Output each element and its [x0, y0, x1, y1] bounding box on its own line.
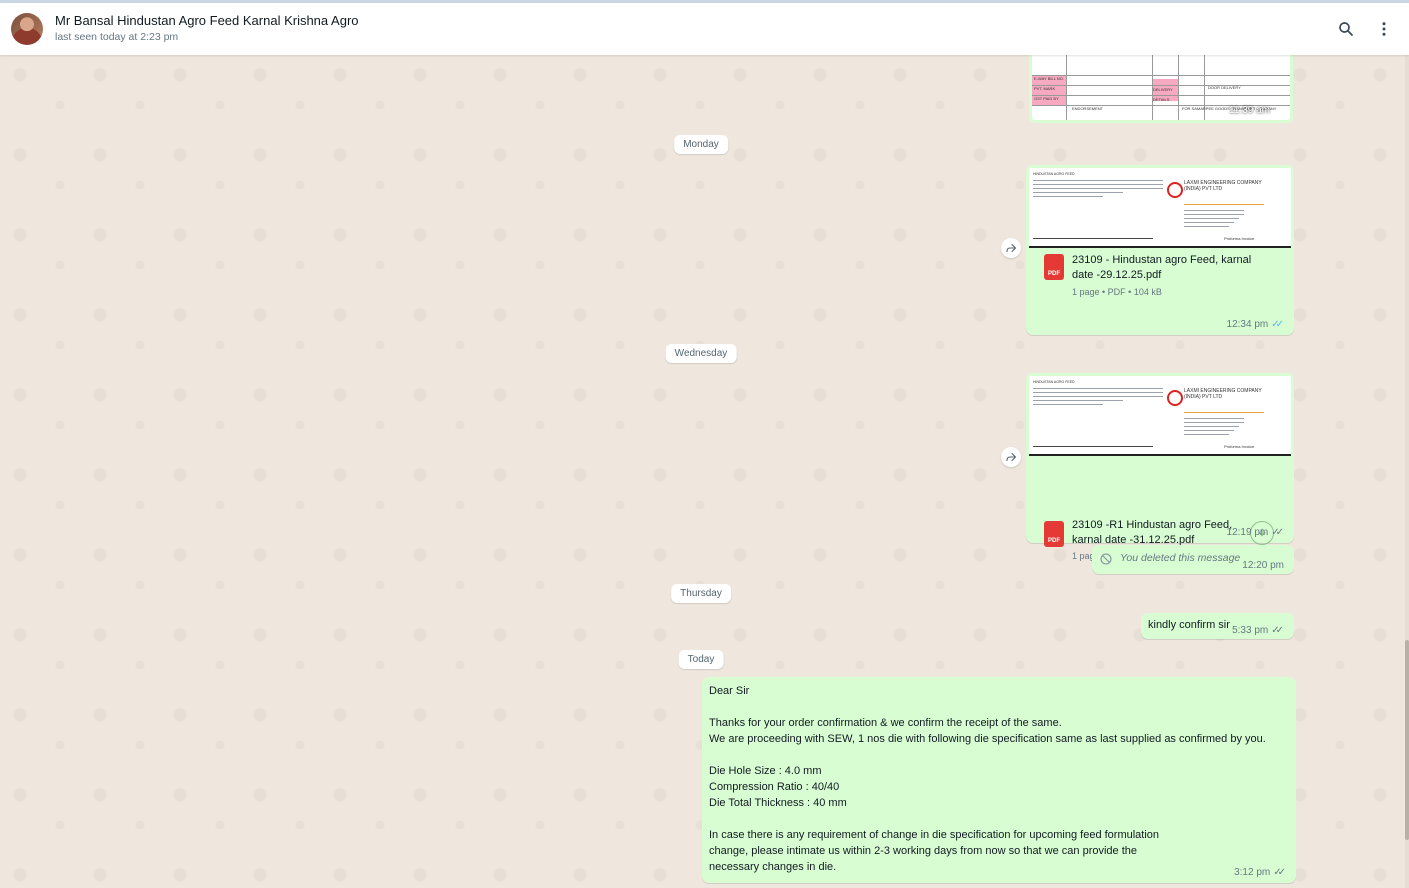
- invoice-door-delivery: DOOR DELIVERY: [1208, 85, 1241, 90]
- pdf-file-icon: PDF: [1044, 521, 1064, 547]
- search-button[interactable]: [1334, 17, 1358, 41]
- invoice-way-bill-label: E-WAY BILL NO.: [1034, 76, 1065, 81]
- doc-thumb-text-line: [1033, 404, 1103, 405]
- doc-thumb-text-line: [1033, 446, 1153, 447]
- file-name[interactable]: 23109 - Hindustan agro Feed, karnal date…: [1072, 253, 1272, 283]
- deleted-message[interactable]: You deleted this message 12:20 pm: [1092, 545, 1294, 574]
- invoice-image-message[interactable]: E-WAY BILL NO. PVT. MARK GST PAID BY DEL…: [1029, 55, 1293, 123]
- forward-icon: [1006, 452, 1017, 462]
- invoice-endorsement-label: ENDORSEMENT: [1072, 106, 1104, 111]
- doc-thumb-text-line: [1184, 218, 1239, 219]
- doc-thumb-text-line: [1033, 396, 1163, 397]
- invoice-grid-line: [1032, 75, 1290, 76]
- message-time: 5:33 pm: [1232, 625, 1269, 636]
- message-time-row: 5:33 pm ✓✓: [1232, 625, 1284, 636]
- doc-thumb-text-line: [1184, 226, 1229, 227]
- document-message[interactable]: HINDUSTAN AGRO FEED LAXMI ENGINEERING CO…: [1026, 165, 1294, 335]
- delivered-receipt-icon: ✓✓: [1271, 527, 1284, 538]
- pdf-file-icon: PDF: [1044, 254, 1064, 280]
- text-message[interactable]: kindly confirm sir 5:33 pm ✓✓: [1141, 613, 1294, 639]
- message-time: 12:20 pm: [1242, 560, 1284, 571]
- invoice-details-label: DETAILS: [1153, 97, 1170, 102]
- invoice-grid-line: [1178, 55, 1179, 120]
- doc-thumb-company: LAXMI ENGINEERING COMPANY (INDIA) PVT LT…: [1184, 388, 1262, 400]
- doc-thumb-company: LAXMI ENGINEERING COMPANY (INDIA) PVT LT…: [1184, 180, 1262, 192]
- delivered-receipt-icon: ✓✓: [1273, 867, 1286, 878]
- file-name[interactable]: 23109 -R1 Hindustan agro Feed, karnal da…: [1072, 518, 1242, 548]
- search-icon: [1339, 22, 1353, 36]
- forward-button[interactable]: [1001, 447, 1021, 467]
- date-separator: Thursday: [671, 584, 731, 603]
- deleted-message-text: You deleted this message: [1120, 552, 1241, 564]
- invoice-pvt-mark-label: PVT. MARK: [1034, 86, 1056, 91]
- message-time-row: 12:20 pm: [1242, 560, 1284, 571]
- message-time-row: 12:34 pm ✓✓: [1227, 319, 1284, 330]
- scrollbar-thumb[interactable]: [1405, 640, 1409, 840]
- more-vertical-icon: [1382, 22, 1386, 36]
- doc-thumb-text-line: [1184, 422, 1244, 423]
- company-logo-icon: [1167, 390, 1183, 406]
- deleted-icon: [1100, 553, 1112, 565]
- message-time: 12:34 pm: [1226, 319, 1269, 330]
- message-time-row: 3:12 pm ✓✓: [1234, 867, 1286, 878]
- invoice-grid-line: [1066, 55, 1067, 120]
- doc-thumb-text-line: [1033, 238, 1153, 239]
- message-time: 3:12 pm: [1234, 867, 1271, 878]
- doc-thumb-heading: Proforma Invoice: [1224, 236, 1255, 241]
- company-logo-icon: [1167, 182, 1183, 198]
- message-text: Dear Sir Thanks for your order confirmat…: [709, 685, 1266, 873]
- date-separator: Monday: [674, 135, 728, 154]
- document-preview[interactable]: HINDUSTAN AGRO FEED LAXMI ENGINEERING CO…: [1029, 376, 1291, 456]
- doc-thumb-heading: Proforma Invoice: [1224, 444, 1255, 449]
- message-time: 11:39 am: [1229, 105, 1270, 116]
- date-separator: Today: [678, 650, 724, 669]
- forward-icon: [1006, 243, 1017, 253]
- doc-thumb-text-line: [1033, 196, 1103, 197]
- delivered-receipt-icon: ✓✓: [1271, 625, 1284, 636]
- file-meta: 1 page • PDF • 104 kB: [1072, 287, 1162, 297]
- doc-thumb-customer: HINDUSTAN AGRO FEED: [1033, 380, 1075, 384]
- doc-thumb-text-line: [1184, 214, 1244, 215]
- text-message[interactable]: Dear Sir Thanks for your order confirmat…: [702, 677, 1296, 883]
- doc-thumb-text-line: [1184, 418, 1244, 419]
- invoice-grid-line: [1032, 85, 1290, 86]
- message-time-row: 12:19 pm ✓✓: [1227, 527, 1284, 538]
- doc-thumb-text-line: [1033, 400, 1123, 401]
- doc-thumb-text-line: [1184, 222, 1234, 223]
- message-text: kindly confirm sir: [1148, 619, 1230, 631]
- forward-button[interactable]: [1001, 238, 1021, 258]
- chat-title[interactable]: Mr Bansal Hindustan Agro Feed Karnal Kri…: [55, 13, 359, 28]
- document-preview[interactable]: HINDUSTAN AGRO FEED LAXMI ENGINEERING CO…: [1029, 168, 1291, 248]
- doc-thumb-text-line: [1033, 388, 1163, 389]
- chat-header: Mr Bansal Hindustan Agro Feed Karnal Kri…: [0, 3, 1409, 55]
- doc-thumb-text-line: [1033, 192, 1123, 193]
- menu-button[interactable]: [1372, 17, 1396, 41]
- doc-thumb-text-line: [1184, 426, 1239, 427]
- doc-thumb-text-line: [1033, 184, 1163, 185]
- last-seen-status: last seen today at 2:23 pm: [55, 31, 179, 43]
- message-time: 12:19 pm: [1226, 527, 1269, 538]
- document-message[interactable]: HINDUSTAN AGRO FEED LAXMI ENGINEERING CO…: [1026, 373, 1294, 561]
- invoice-gst-label: GST PAID BY: [1034, 96, 1059, 101]
- invoice-grid-line: [1032, 95, 1290, 96]
- doc-thumb-text-line: [1033, 188, 1163, 189]
- doc-thumb-text-line: [1184, 430, 1234, 431]
- doc-thumb-text-line: [1184, 434, 1229, 435]
- invoice-delivery-label: DELIVERY: [1153, 87, 1173, 92]
- contact-avatar[interactable]: [11, 13, 43, 45]
- doc-thumb-accent-line: [1184, 412, 1264, 413]
- doc-thumb-text-line: [1184, 210, 1244, 211]
- doc-thumb-text-line: [1033, 180, 1163, 181]
- doc-thumb-customer: HINDUSTAN AGRO FEED: [1033, 172, 1075, 176]
- doc-thumb-accent-line: [1184, 204, 1264, 205]
- doc-thumb-text-line: [1033, 392, 1163, 393]
- date-separator: Wednesday: [665, 344, 737, 363]
- message-list[interactable]: E-WAY BILL NO. PVT. MARK GST PAID BY DEL…: [0, 55, 1405, 888]
- read-receipt-icon: ✓✓: [1271, 319, 1284, 330]
